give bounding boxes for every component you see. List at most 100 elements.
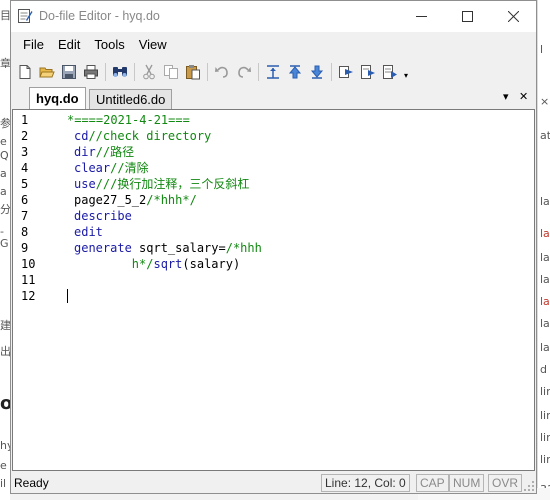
copy-button[interactable] xyxy=(160,61,182,83)
code-token: describe xyxy=(74,209,132,223)
toolbar-overflow-button[interactable]: ▾ xyxy=(401,61,411,83)
tab-untitled6[interactable]: Untitled6.do xyxy=(89,89,173,109)
toolbar-separator xyxy=(331,63,332,81)
menu-file[interactable]: File xyxy=(16,35,51,55)
execute-icon xyxy=(339,66,353,78)
line-number: 7 xyxy=(21,209,29,223)
text-cursor xyxy=(67,289,68,303)
copy-icon xyxy=(164,65,178,79)
bg-glyph: lin xyxy=(540,431,550,444)
redo-icon xyxy=(238,66,251,78)
num-lock-indicator: NUM xyxy=(449,474,485,492)
line-number: 12 xyxy=(21,289,36,303)
line-number: 5 xyxy=(21,177,29,191)
find-icon xyxy=(113,67,127,77)
bg-glyph: × xyxy=(540,95,550,108)
menu-edit[interactable]: Edit xyxy=(51,35,87,55)
bg-glyph: lab xyxy=(540,341,550,354)
run-button[interactable] xyxy=(379,61,401,83)
undo-button[interactable] xyxy=(211,61,233,83)
redo-button[interactable] xyxy=(233,61,255,83)
bg-glyph: a xyxy=(0,167,7,180)
bg-glyph: lab xyxy=(540,251,550,264)
line-number: 6 xyxy=(21,193,29,207)
caps-lock-indicator: CAP xyxy=(416,474,449,492)
bg-glyph: il xyxy=(0,477,7,490)
bg-glyph: lin xyxy=(540,453,550,466)
line-number: 2 xyxy=(21,129,29,143)
close-button[interactable] xyxy=(490,1,536,32)
menu-bar: File Edit Tools View xyxy=(11,34,536,56)
open-button[interactable] xyxy=(36,61,58,83)
menu-view[interactable]: View xyxy=(132,35,174,55)
toolbar-separator xyxy=(207,63,208,81)
paste-button[interactable] xyxy=(182,61,204,83)
line-number: 4 xyxy=(21,161,29,175)
line-number: 3 xyxy=(21,145,29,159)
code-line: page27_5_2/*hhh*/ xyxy=(74,192,197,208)
close-icon xyxy=(507,11,519,22)
toolbar-separator xyxy=(258,63,259,81)
tab-label: hyq.do xyxy=(36,91,79,106)
save-button[interactable] xyxy=(58,61,80,83)
code-token: //清除 xyxy=(110,161,149,175)
find-button[interactable] xyxy=(109,61,131,83)
bg-glyph: lab xyxy=(540,227,550,240)
run-icon xyxy=(383,65,397,79)
code-line: clear//清除 xyxy=(74,160,149,176)
line-number: 1 xyxy=(21,113,29,127)
bg-glyph: e xyxy=(0,459,7,472)
code-editor[interactable]: 1 2 3 4 5 6 7 8 9 10 11 12 *====2021-4-21=== cd//che… xyxy=(12,109,535,471)
new-file-button[interactable] xyxy=(14,61,36,83)
window-title: Do-file Editor - hyq.do xyxy=(39,9,160,23)
open-folder-icon xyxy=(39,67,55,78)
code-token: (salary) xyxy=(182,257,241,271)
toolbar-separator xyxy=(105,63,106,81)
bg-glyph: l xyxy=(540,43,544,56)
overwrite-indicator: OVR xyxy=(488,474,523,492)
bg-glyph: lab xyxy=(540,273,550,286)
close-tab-icon[interactable]: ✕ xyxy=(519,91,528,103)
do-file-editor-icon xyxy=(18,9,33,23)
execute-button[interactable] xyxy=(335,61,357,83)
code-token: generate xyxy=(74,241,132,255)
code-token: cd xyxy=(74,129,89,143)
line-number: 10 xyxy=(21,257,36,271)
code-token: //路径 xyxy=(95,145,135,159)
bg-glyph: lab xyxy=(540,317,550,330)
line-number: 8 xyxy=(21,225,29,239)
minimize-button[interactable] xyxy=(398,1,444,32)
print-button[interactable] xyxy=(80,61,102,83)
code-token: *====2021-4-21=== xyxy=(67,113,190,127)
bookmark-down-button[interactable] xyxy=(306,61,328,83)
maximize-button[interactable] xyxy=(444,1,490,32)
title-bar[interactable]: Do-file Editor - hyq.do xyxy=(11,1,536,32)
code-line: edit xyxy=(74,224,103,240)
tab-list-dropdown-icon[interactable]: ▾ xyxy=(503,91,509,103)
tab-strip: Untitled6.do hyq.do ▾ ✕ xyxy=(11,87,536,109)
code-line: h*/sqrt(salary) xyxy=(74,256,240,272)
undo-icon xyxy=(215,66,228,78)
shift-indent-icon xyxy=(267,65,279,79)
code-line: generate sqrt_salary=/*hhh xyxy=(74,240,262,256)
cut-button[interactable] xyxy=(138,61,160,83)
status-text: Ready xyxy=(14,476,49,490)
line-number-gutter: 1 2 3 4 5 6 7 8 9 10 11 12 xyxy=(13,110,63,470)
toolbar-separator xyxy=(134,63,135,81)
save-icon xyxy=(62,65,76,79)
bg-glyph: a xyxy=(0,185,7,198)
code-area[interactable]: *====2021-4-21=== cd//check directory dir/… xyxy=(63,110,533,470)
execute-selection-button[interactable] xyxy=(357,61,379,83)
code-line: *====2021-4-21=== xyxy=(67,112,190,128)
tab-hyq[interactable]: hyq.do xyxy=(29,87,86,109)
shift-indent-button[interactable] xyxy=(262,61,284,83)
resize-grip-icon[interactable] xyxy=(523,480,535,492)
bookmark-up-button[interactable] xyxy=(284,61,306,83)
menu-tools[interactable]: Tools xyxy=(87,35,131,55)
code-token: /*hhh xyxy=(225,241,262,255)
bg-glyph: lab xyxy=(540,295,550,308)
code-token: ///换行加注释，三个反斜杠 xyxy=(95,177,250,191)
code-token: edit xyxy=(74,225,103,239)
maximize-icon xyxy=(461,11,473,22)
bg-glyph: at xyxy=(540,129,550,142)
